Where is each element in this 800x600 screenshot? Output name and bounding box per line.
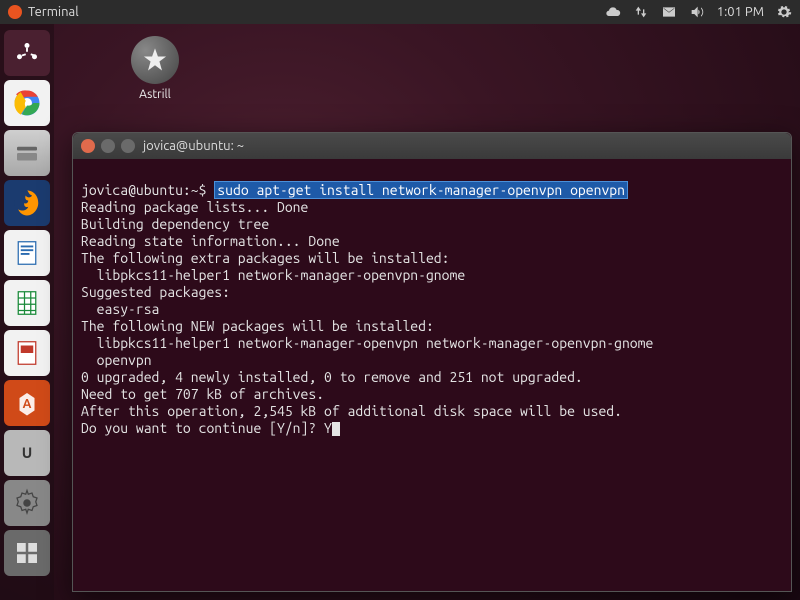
- svg-text:U: U: [22, 444, 33, 461]
- output-line: The following extra packages will be ins…: [81, 250, 449, 266]
- svg-text:A: A: [23, 397, 32, 411]
- output-line: Reading state information... Done: [81, 233, 340, 249]
- output-line: The following NEW packages will be insta…: [81, 318, 434, 334]
- output-line: easy-rsa: [81, 301, 159, 317]
- cloud-icon[interactable]: [605, 4, 621, 20]
- settings-app[interactable]: [4, 480, 50, 526]
- terminal-window: jovica@ubuntu: ~ jovica@ubuntu:~$ sudo a…: [72, 132, 792, 592]
- workspace-switcher[interactable]: [4, 530, 50, 576]
- network-icon[interactable]: [633, 4, 649, 20]
- output-line: libpkcs11-helper1 network-manager-openvp…: [81, 267, 465, 283]
- dash-home[interactable]: [4, 30, 50, 76]
- menu-bar: Terminal 1:01 PM: [0, 0, 800, 24]
- ubuntu-logo-icon: [8, 5, 22, 19]
- active-app-title: Terminal: [28, 5, 79, 19]
- firefox-app[interactable]: [4, 180, 50, 226]
- output-line: Suggested packages:: [81, 284, 230, 300]
- confirm-input: Y: [324, 420, 332, 436]
- clock[interactable]: 1:01 PM: [717, 5, 764, 19]
- titlebar[interactable]: jovica@ubuntu: ~: [73, 133, 791, 159]
- output-line: Reading package lists... Done: [81, 199, 308, 215]
- amazon-app[interactable]: U: [4, 430, 50, 476]
- mail-icon[interactable]: [661, 4, 677, 20]
- gear-icon[interactable]: [776, 4, 792, 20]
- software-center-app[interactable]: A: [4, 380, 50, 426]
- desktop-icon-label: Astrill: [120, 88, 190, 101]
- impress-app[interactable]: [4, 330, 50, 376]
- confirm-prompt: Do you want to continue [Y/n]?: [81, 420, 324, 436]
- star-icon: [131, 36, 179, 84]
- maximize-button[interactable]: [121, 139, 135, 153]
- terminal-output[interactable]: jovica@ubuntu:~$ sudo apt-get install ne…: [73, 159, 791, 591]
- output-line: libpkcs11-helper1 network-manager-openvp…: [81, 335, 653, 351]
- calc-app[interactable]: [4, 280, 50, 326]
- chrome-app[interactable]: [4, 80, 50, 126]
- highlighted-command: sudo apt-get install network-manager-ope…: [214, 181, 628, 199]
- cursor: [332, 422, 340, 436]
- volume-icon[interactable]: [689, 4, 705, 20]
- minimize-button[interactable]: [101, 139, 115, 153]
- writer-app[interactable]: [4, 230, 50, 276]
- output-line: Need to get 707 kB of archives.: [81, 386, 324, 402]
- output-line: 0 upgraded, 4 newly installed, 0 to remo…: [81, 369, 583, 385]
- output-line: openvpn: [81, 352, 152, 368]
- output-line: Building dependency tree: [81, 216, 269, 232]
- close-button[interactable]: [81, 139, 95, 153]
- astrill-desktop-icon[interactable]: Astrill: [120, 36, 190, 101]
- output-line: After this operation, 2,545 kB of additi…: [81, 403, 622, 419]
- window-title: jovica@ubuntu: ~: [143, 139, 244, 153]
- files-app[interactable]: [4, 130, 50, 176]
- launcher: A U: [0, 24, 54, 600]
